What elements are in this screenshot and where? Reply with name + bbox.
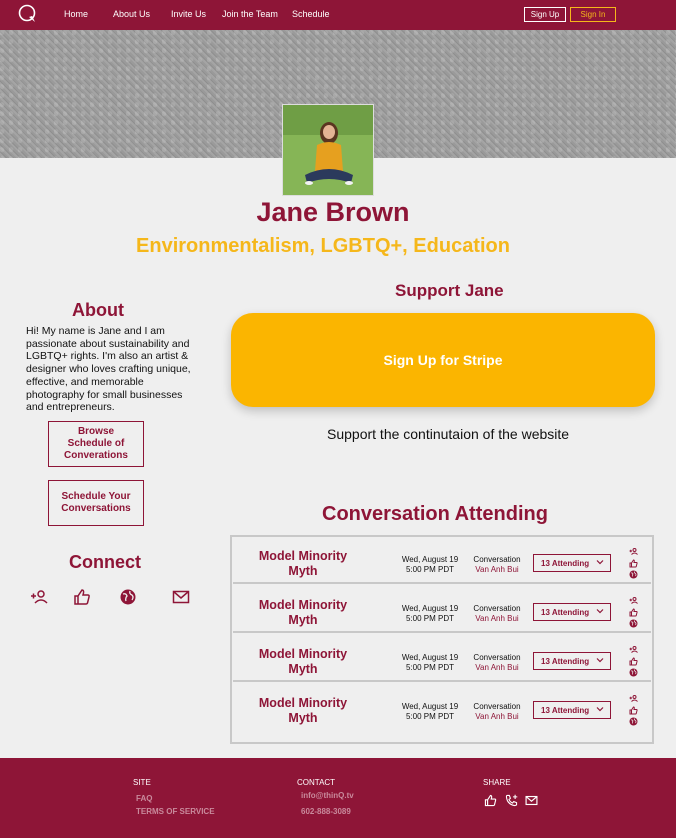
add-person-icon[interactable] (629, 596, 638, 605)
sign-up-button[interactable]: Sign Up (524, 7, 566, 22)
host-name[interactable]: Van Anh Bui (471, 614, 523, 624)
profile-tagline: Environmentalism, LGBTQ+, Education (136, 235, 510, 257)
nav-join-link[interactable]: Join the Team (222, 9, 278, 19)
nav-schedule-link[interactable]: Schedule (292, 9, 330, 19)
conversation-row: Model Minority Myth Wed, August 19 5:00 P… (233, 635, 651, 682)
conversation-title[interactable]: Model Minority Myth (253, 549, 353, 579)
phone-add-icon[interactable] (505, 794, 518, 807)
row-actions (629, 645, 639, 680)
host-name[interactable]: Van Anh Bui (471, 565, 523, 575)
sign-in-button[interactable]: Sign In (570, 7, 616, 22)
conversation-type: Conversation Van Anh Bui (471, 604, 523, 623)
footer-contact-heading: CONTACT (297, 778, 336, 787)
conversation-title[interactable]: Model Minority Myth (253, 598, 353, 628)
chevron-down-icon (596, 560, 604, 565)
support-note: Support the continutaion of the website (327, 426, 570, 442)
row-actions (629, 547, 639, 582)
profile-name: Jane Brown (256, 197, 410, 227)
conversation-datetime: Wed, August 19 5:00 PM PDT (401, 653, 459, 672)
attending-dropdown[interactable]: 13 Attending (533, 701, 611, 719)
profile-photo-illustration (283, 105, 373, 195)
chevron-down-icon (596, 707, 604, 712)
schedule-conversations-button[interactable]: Schedule Your Conversations (48, 480, 144, 526)
footer-site-heading: SITE (133, 778, 151, 787)
browse-schedule-button[interactable]: Browse Schedule of Converations (48, 421, 144, 467)
footer-terms-link[interactable]: TERMS OF SERVICE (136, 807, 215, 816)
conversation-datetime: Wed, August 19 5:00 PM PDT (401, 604, 459, 623)
nav-about-link[interactable]: About Us (113, 9, 150, 19)
add-person-icon[interactable] (629, 645, 638, 654)
add-person-icon[interactable] (629, 547, 638, 556)
conversation-type: Conversation Van Anh Bui (471, 702, 523, 721)
conversation-title[interactable]: Model Minority Myth (253, 647, 353, 677)
conversation-datetime: Wed, August 19 5:00 PM PDT (401, 555, 459, 574)
row-actions (629, 694, 639, 729)
chevron-down-icon (596, 609, 604, 614)
host-name[interactable]: Van Anh Bui (471, 712, 523, 722)
mail-icon[interactable] (172, 588, 190, 606)
add-person-icon[interactable] (629, 694, 638, 703)
footer: SITE FAQ TERMS OF SERVICE CONTACT info@t… (0, 758, 676, 838)
connect-heading: Connect (69, 552, 141, 572)
conversation-list: Model Minority Myth Wed, August 19 5:00 P… (230, 535, 654, 744)
attending-dropdown[interactable]: 13 Attending (533, 603, 611, 621)
about-heading: About (72, 300, 124, 320)
thinq-logo-icon[interactable] (17, 4, 39, 24)
host-name[interactable]: Van Anh Bui (471, 663, 523, 673)
footer-phone[interactable]: 602-888-3089 (301, 807, 351, 816)
globe-icon[interactable] (629, 619, 638, 628)
globe-icon[interactable] (629, 668, 638, 677)
thumbs-up-icon[interactable] (484, 794, 497, 807)
row-actions (629, 596, 639, 631)
top-nav: Home About Us Invite Us Join the Team Sc… (0, 0, 676, 30)
conversation-datetime: Wed, August 19 5:00 PM PDT (401, 702, 459, 721)
footer-faq-link[interactable]: FAQ (136, 794, 152, 803)
attending-dropdown[interactable]: 13 Attending (533, 652, 611, 670)
conversation-title[interactable]: Model Minority Myth (253, 696, 353, 726)
globe-icon[interactable] (119, 588, 137, 606)
conversation-type: Conversation Van Anh Bui (471, 555, 523, 574)
conversation-row: Model Minority Myth Wed, August 19 5:00 P… (233, 537, 651, 584)
profile-photo (282, 104, 374, 196)
support-heading: Support Jane (395, 281, 504, 300)
attending-dropdown[interactable]: 13 Attending (533, 554, 611, 572)
conversations-heading: Conversation Attending (322, 503, 548, 525)
add-person-icon[interactable] (30, 588, 48, 606)
footer-share-heading: SHARE (483, 778, 511, 787)
about-text: Hi! My name is Jane and I am passionate … (26, 325, 191, 414)
thumbs-up-icon[interactable] (629, 656, 638, 666)
thumbs-up-icon[interactable] (73, 588, 91, 606)
globe-icon[interactable] (629, 717, 638, 726)
thumbs-up-icon[interactable] (629, 558, 638, 568)
nav-invite-link[interactable]: Invite Us (171, 9, 206, 19)
conversation-row: Model Minority Myth Wed, August 19 5:00 P… (233, 684, 651, 731)
globe-icon[interactable] (629, 570, 638, 579)
mail-icon[interactable] (525, 794, 538, 807)
stripe-signup-button[interactable]: Sign Up for Stripe (231, 313, 655, 407)
thumbs-up-icon[interactable] (629, 705, 638, 715)
chevron-down-icon (596, 658, 604, 663)
conversation-row: Model Minority Myth Wed, August 19 5:00 P… (233, 586, 651, 633)
nav-home-link[interactable]: Home (64, 9, 88, 19)
conversation-type: Conversation Van Anh Bui (471, 653, 523, 672)
thumbs-up-icon[interactable] (629, 607, 638, 617)
footer-email[interactable]: info@thinQ.tv (301, 791, 354, 800)
